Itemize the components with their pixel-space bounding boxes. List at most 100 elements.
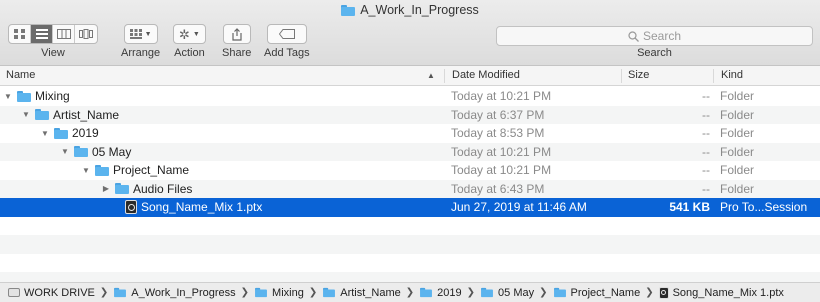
folder-icon <box>255 287 267 298</box>
column-date-header[interactable]: Date Modified <box>452 69 520 81</box>
item-size: -- <box>702 181 710 196</box>
share-button[interactable] <box>222 24 251 44</box>
add-tags-label: Add Tags <box>264 47 310 59</box>
chevron-right-icon: ❯ <box>466 287 476 298</box>
chevron-right-icon: ❯ <box>645 287 654 298</box>
icon-view-icon[interactable] <box>9 25 31 43</box>
folder-icon <box>115 183 129 195</box>
item-name: Song_Name_Mix 1.ptx <box>141 200 263 215</box>
pro-tools-session-icon <box>125 200 137 215</box>
disclosure-collapsed-icon[interactable]: ▶ <box>101 184 111 193</box>
list-view-icon[interactable] <box>31 25 53 43</box>
action-button[interactable]: ✲ ▼ <box>173 24 206 44</box>
item-name: 2019 <box>72 126 99 141</box>
view-mode-control[interactable] <box>8 24 98 44</box>
item-date: Today at 6:43 PM <box>451 181 545 196</box>
path-item[interactable]: Mixing <box>254 287 304 299</box>
item-date: Today at 8:53 PM <box>451 126 545 140</box>
path-item[interactable]: WORK DRIVE <box>8 287 95 299</box>
share-group: Share <box>222 24 251 59</box>
column-size-header[interactable]: Size <box>628 69 649 81</box>
chevron-down-icon: ▼ <box>192 30 200 38</box>
item-date: Today at 10:21 PM <box>451 163 552 177</box>
path-item[interactable]: Project_Name <box>553 287 640 299</box>
list-item-selected[interactable]: Song_Name_Mix 1.ptx Jun 27, 2019 at 11:4… <box>0 198 820 217</box>
item-kind: Folder <box>720 126 755 140</box>
add-tags-group: Add Tags <box>264 24 310 59</box>
item-kind: Pro To...Session <box>720 200 808 214</box>
folder-icon <box>341 4 356 16</box>
list-item[interactable]: ▼ 2019 Today at 8:53 PM -- Folder <box>0 124 820 143</box>
window-toolbar: A_Work_In_Progress View ▼ Arrange ✲ ▼ Ac… <box>0 0 820 66</box>
add-tags-button[interactable] <box>266 24 307 44</box>
action-group: ✲ ▼ Action <box>173 24 206 59</box>
chevron-down-icon: ▼ <box>144 30 152 38</box>
item-date: Jun 27, 2019 at 11:46 AM <box>451 200 587 214</box>
folder-icon <box>54 127 68 139</box>
item-kind: Folder <box>720 163 755 177</box>
folder-icon <box>95 164 109 176</box>
list-item[interactable]: ▼ Mixing Today at 10:21 PM -- Folder <box>0 87 820 106</box>
folder-icon <box>35 109 49 121</box>
list-item[interactable]: ▼ 05 May Today at 10:21 PM -- Folder <box>0 142 820 161</box>
window-title: A_Work_In_Progress <box>0 3 820 17</box>
item-name: Artist_Name <box>53 107 120 122</box>
item-kind: Folder <box>720 89 755 103</box>
item-name: Project_Name <box>113 163 190 178</box>
path-bar: WORK DRIVE ❯ A_Work_In_Progress ❯ Mixing… <box>0 282 820 302</box>
item-size: -- <box>702 144 710 159</box>
item-size: -- <box>702 89 710 103</box>
search-input[interactable]: Search <box>496 26 813 46</box>
path-item[interactable]: Artist_Name <box>322 287 401 299</box>
item-name: Audio Files <box>133 181 193 196</box>
list-item[interactable]: ▼ Project_Name Today at 10:21 PM -- Fold… <box>0 161 820 180</box>
disclosure-expanded-icon[interactable]: ▼ <box>81 166 91 175</box>
item-kind: Folder <box>720 107 755 122</box>
gallery-view-icon[interactable] <box>75 25 97 43</box>
path-item[interactable]: A_Work_In_Progress <box>113 287 236 299</box>
path-item[interactable]: 05 May <box>480 287 534 299</box>
share-icon <box>232 27 242 41</box>
path-item[interactable]: 2019 <box>419 287 462 299</box>
folder-icon <box>481 287 493 298</box>
chevron-right-icon: ❯ <box>539 287 548 298</box>
disclosure-expanded-icon[interactable]: ▼ <box>3 92 13 101</box>
chevron-right-icon: ❯ <box>240 287 250 298</box>
chevron-right-icon: ❯ <box>405 287 415 298</box>
chevron-right-icon: ❯ <box>308 287 318 298</box>
tag-icon <box>278 29 295 39</box>
item-size: -- <box>702 107 710 122</box>
search-label: Search <box>637 47 672 59</box>
view-group: View <box>8 24 98 59</box>
folder-icon <box>74 146 88 158</box>
arrange-group: ▼ Arrange <box>121 24 160 59</box>
column-view-icon[interactable] <box>53 25 75 43</box>
column-kind-header[interactable]: Kind <box>721 69 743 81</box>
sort-ascending-icon[interactable]: ▲ <box>427 71 435 80</box>
folder-icon <box>114 287 127 298</box>
search-placeholder: Search <box>642 29 682 43</box>
disclosure-expanded-icon[interactable]: ▼ <box>40 129 50 138</box>
search-icon <box>628 30 639 42</box>
action-label: Action <box>174 47 205 59</box>
item-date: Today at 10:21 PM <box>451 144 552 159</box>
arrange-button[interactable]: ▼ <box>123 24 158 44</box>
file-list: ▼ Mixing Today at 10:21 PM -- Folder ▼ A… <box>0 87 820 291</box>
folder-icon <box>323 287 336 298</box>
list-item[interactable]: ▼ Artist_Name Today at 6:37 PM -- Folder <box>0 105 820 124</box>
path-item[interactable]: Song_Name_Mix 1.ptx <box>658 286 784 299</box>
column-name-header[interactable]: Name <box>6 69 35 81</box>
window-title-text: A_Work_In_Progress <box>360 3 479 17</box>
item-kind: Folder <box>720 144 755 159</box>
item-size: -- <box>702 163 710 177</box>
item-date: Today at 6:37 PM <box>451 107 545 122</box>
folder-icon <box>553 287 566 298</box>
folder-icon <box>17 90 31 102</box>
share-label: Share <box>222 47 252 59</box>
disclosure-expanded-icon[interactable]: ▼ <box>21 110 31 119</box>
folder-icon <box>420 287 433 298</box>
gear-icon: ✲ <box>179 26 190 42</box>
column-header: Name ▲ Date Modified Size Kind <box>0 66 820 86</box>
list-item[interactable]: ▶ Audio Files Today at 6:43 PM -- Folder <box>0 179 820 198</box>
disclosure-expanded-icon[interactable]: ▼ <box>60 147 70 156</box>
